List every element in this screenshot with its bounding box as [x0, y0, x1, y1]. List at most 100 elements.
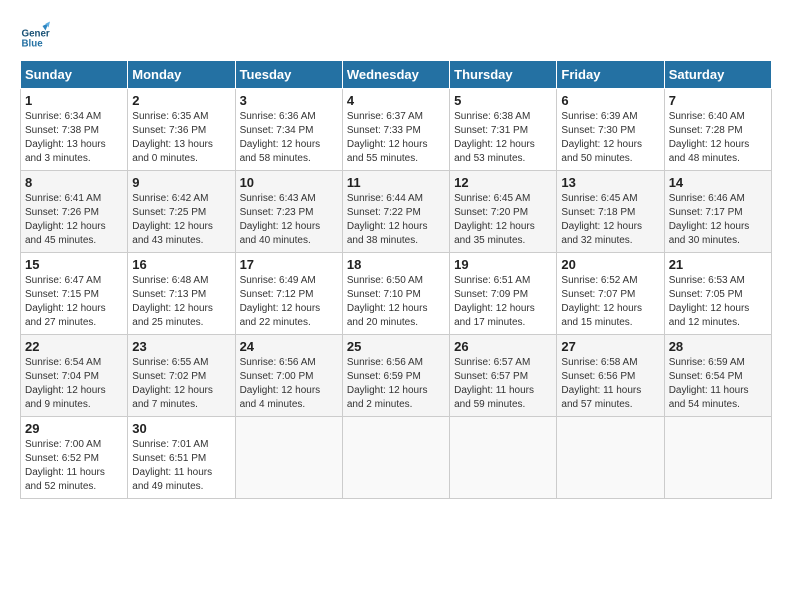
- day-info: Sunrise: 6:58 AM Sunset: 6:56 PM Dayligh…: [561, 356, 659, 412]
- day-number: 18: [347, 257, 445, 272]
- calendar-day-cell: 9 Sunrise: 6:42 AM Sunset: 7:25 PM Daylig…: [128, 171, 235, 253]
- calendar-day-cell: 26 Sunrise: 6:57 AM Sunset: 6:57 PM Dayli…: [450, 335, 557, 417]
- calendar-day-cell: 1 Sunrise: 6:34 AM Sunset: 7:38 PM Daylig…: [21, 89, 128, 171]
- day-number: 20: [561, 257, 659, 272]
- calendar-day-cell: 28 Sunrise: 6:59 AM Sunset: 6:54 PM Dayli…: [664, 335, 771, 417]
- calendar-day-cell: [342, 417, 449, 499]
- day-number: 14: [669, 175, 767, 190]
- day-number: 23: [132, 339, 230, 354]
- weekday-header-cell: Friday: [557, 61, 664, 89]
- day-info: Sunrise: 6:56 AM Sunset: 6:59 PM Dayligh…: [347, 356, 445, 412]
- day-number: 22: [25, 339, 123, 354]
- day-number: 9: [132, 175, 230, 190]
- day-number: 8: [25, 175, 123, 190]
- calendar-day-cell: [235, 417, 342, 499]
- day-info: Sunrise: 6:41 AM Sunset: 7:26 PM Dayligh…: [25, 192, 123, 248]
- day-number: 13: [561, 175, 659, 190]
- page-header: General Blue: [20, 20, 772, 50]
- day-number: 3: [240, 93, 338, 108]
- day-info: Sunrise: 6:36 AM Sunset: 7:34 PM Dayligh…: [240, 110, 338, 166]
- calendar-day-cell: 16 Sunrise: 6:48 AM Sunset: 7:13 PM Dayli…: [128, 253, 235, 335]
- day-info: Sunrise: 6:40 AM Sunset: 7:28 PM Dayligh…: [669, 110, 767, 166]
- day-number: 27: [561, 339, 659, 354]
- calendar-day-cell: 11 Sunrise: 6:44 AM Sunset: 7:22 PM Dayli…: [342, 171, 449, 253]
- calendar-day-cell: 8 Sunrise: 6:41 AM Sunset: 7:26 PM Daylig…: [21, 171, 128, 253]
- calendar-day-cell: 6Sunrise: 6:39 AM Sunset: 7:30 PM Daylig…: [557, 89, 664, 171]
- calendar-day-cell: 7 Sunrise: 6:40 AM Sunset: 7:28 PM Daylig…: [664, 89, 771, 171]
- day-number: 19: [454, 257, 552, 272]
- day-info: Sunrise: 6:42 AM Sunset: 7:25 PM Dayligh…: [132, 192, 230, 248]
- day-info: Sunrise: 6:53 AM Sunset: 7:05 PM Dayligh…: [669, 274, 767, 330]
- svg-text:Blue: Blue: [22, 38, 44, 49]
- day-number: 11: [347, 175, 445, 190]
- day-number: 4: [347, 93, 445, 108]
- day-number: 10: [240, 175, 338, 190]
- calendar-table: SundayMondayTuesdayWednesdayThursdayFrid…: [20, 60, 772, 499]
- calendar-day-cell: 14 Sunrise: 6:46 AM Sunset: 7:17 PM Dayli…: [664, 171, 771, 253]
- day-info: Sunrise: 6:38 AM Sunset: 7:31 PM Dayligh…: [454, 110, 552, 166]
- weekday-header-row: SundayMondayTuesdayWednesdayThursdayFrid…: [21, 61, 772, 89]
- day-number: 2: [132, 93, 230, 108]
- weekday-header-cell: Wednesday: [342, 61, 449, 89]
- calendar-day-cell: 24 Sunrise: 6:56 AM Sunset: 7:00 PM Dayli…: [235, 335, 342, 417]
- weekday-header-cell: Tuesday: [235, 61, 342, 89]
- day-number: 6: [561, 93, 659, 108]
- day-info: Sunrise: 6:43 AM Sunset: 7:23 PM Dayligh…: [240, 192, 338, 248]
- calendar-day-cell: 4 Sunrise: 6:37 AM Sunset: 7:33 PM Daylig…: [342, 89, 449, 171]
- calendar-day-cell: [664, 417, 771, 499]
- day-number: 1: [25, 93, 123, 108]
- calendar-week-row: 22 Sunrise: 6:54 AM Sunset: 7:04 PM Dayli…: [21, 335, 772, 417]
- day-info: Sunrise: 6:52 AM Sunset: 7:07 PM Dayligh…: [561, 274, 659, 330]
- day-info: Sunrise: 6:35 AM Sunset: 7:36 PM Dayligh…: [132, 110, 230, 166]
- calendar-week-row: 29 Sunrise: 7:00 AM Sunset: 6:52 PM Dayli…: [21, 417, 772, 499]
- calendar-day-cell: 2 Sunrise: 6:35 AM Sunset: 7:36 PM Daylig…: [128, 89, 235, 171]
- day-info: Sunrise: 6:50 AM Sunset: 7:10 PM Dayligh…: [347, 274, 445, 330]
- calendar-day-cell: 15 Sunrise: 6:47 AM Sunset: 7:15 PM Dayli…: [21, 253, 128, 335]
- calendar-day-cell: [557, 417, 664, 499]
- day-number: 17: [240, 257, 338, 272]
- calendar-day-cell: 13 Sunrise: 6:45 AM Sunset: 7:18 PM Dayli…: [557, 171, 664, 253]
- day-number: 26: [454, 339, 552, 354]
- day-info: Sunrise: 7:01 AM Sunset: 6:51 PM Dayligh…: [132, 438, 230, 494]
- day-number: 12: [454, 175, 552, 190]
- day-info: Sunrise: 6:44 AM Sunset: 7:22 PM Dayligh…: [347, 192, 445, 248]
- day-number: 7: [669, 93, 767, 108]
- day-number: 28: [669, 339, 767, 354]
- calendar-week-row: 8 Sunrise: 6:41 AM Sunset: 7:26 PM Daylig…: [21, 171, 772, 253]
- day-info: Sunrise: 6:57 AM Sunset: 6:57 PM Dayligh…: [454, 356, 552, 412]
- day-info: Sunrise: 6:49 AM Sunset: 7:12 PM Dayligh…: [240, 274, 338, 330]
- calendar-day-cell: 18 Sunrise: 6:50 AM Sunset: 7:10 PM Dayli…: [342, 253, 449, 335]
- day-number: 15: [25, 257, 123, 272]
- weekday-header-cell: Saturday: [664, 61, 771, 89]
- day-info: Sunrise: 6:45 AM Sunset: 7:20 PM Dayligh…: [454, 192, 552, 248]
- day-number: 21: [669, 257, 767, 272]
- day-info: Sunrise: 6:51 AM Sunset: 7:09 PM Dayligh…: [454, 274, 552, 330]
- day-info: Sunrise: 6:45 AM Sunset: 7:18 PM Dayligh…: [561, 192, 659, 248]
- day-info: Sunrise: 6:55 AM Sunset: 7:02 PM Dayligh…: [132, 356, 230, 412]
- day-info: Sunrise: 6:56 AM Sunset: 7:00 PM Dayligh…: [240, 356, 338, 412]
- calendar-day-cell: 21 Sunrise: 6:53 AM Sunset: 7:05 PM Dayli…: [664, 253, 771, 335]
- day-info: Sunrise: 6:48 AM Sunset: 7:13 PM Dayligh…: [132, 274, 230, 330]
- day-info: Sunrise: 6:46 AM Sunset: 7:17 PM Dayligh…: [669, 192, 767, 248]
- calendar-day-cell: 17 Sunrise: 6:49 AM Sunset: 7:12 PM Dayli…: [235, 253, 342, 335]
- calendar-day-cell: 3 Sunrise: 6:36 AM Sunset: 7:34 PM Daylig…: [235, 89, 342, 171]
- day-number: 25: [347, 339, 445, 354]
- day-info: Sunrise: 7:00 AM Sunset: 6:52 PM Dayligh…: [25, 438, 123, 494]
- day-info: Sunrise: 6:59 AM Sunset: 6:54 PM Dayligh…: [669, 356, 767, 412]
- day-info: Sunrise: 6:47 AM Sunset: 7:15 PM Dayligh…: [25, 274, 123, 330]
- day-number: 16: [132, 257, 230, 272]
- calendar-day-cell: 12 Sunrise: 6:45 AM Sunset: 7:20 PM Dayli…: [450, 171, 557, 253]
- calendar-week-row: 15 Sunrise: 6:47 AM Sunset: 7:15 PM Dayli…: [21, 253, 772, 335]
- day-info: Sunrise: 6:54 AM Sunset: 7:04 PM Dayligh…: [25, 356, 123, 412]
- day-info: Sunrise: 6:37 AM Sunset: 7:33 PM Dayligh…: [347, 110, 445, 166]
- calendar-week-row: 1 Sunrise: 6:34 AM Sunset: 7:38 PM Daylig…: [21, 89, 772, 171]
- day-number: 29: [25, 421, 123, 436]
- day-number: 24: [240, 339, 338, 354]
- calendar-day-cell: 25 Sunrise: 6:56 AM Sunset: 6:59 PM Dayli…: [342, 335, 449, 417]
- day-info: Sunrise: 6:34 AM Sunset: 7:38 PM Dayligh…: [25, 110, 123, 166]
- calendar-day-cell: 27 Sunrise: 6:58 AM Sunset: 6:56 PM Dayli…: [557, 335, 664, 417]
- calendar-day-cell: 19 Sunrise: 6:51 AM Sunset: 7:09 PM Dayli…: [450, 253, 557, 335]
- calendar-day-cell: 22 Sunrise: 6:54 AM Sunset: 7:04 PM Dayli…: [21, 335, 128, 417]
- weekday-header-cell: Monday: [128, 61, 235, 89]
- calendar-day-cell: [450, 417, 557, 499]
